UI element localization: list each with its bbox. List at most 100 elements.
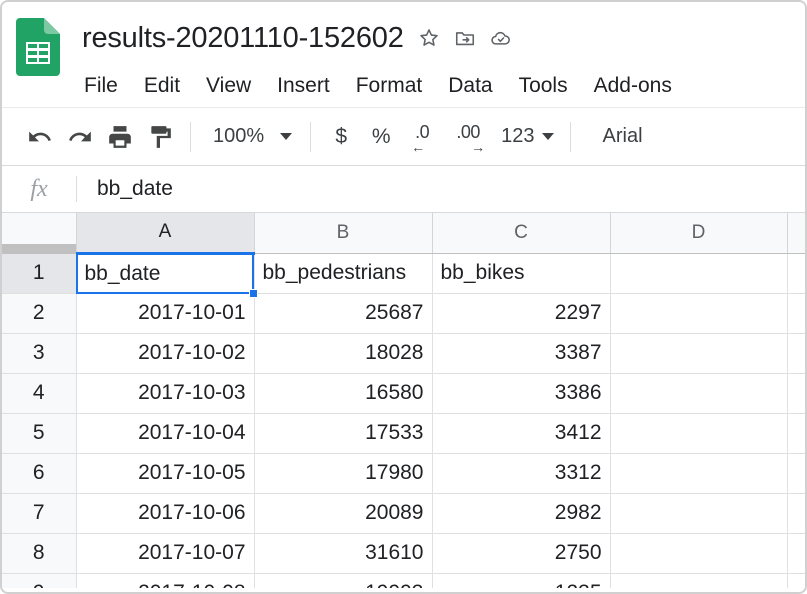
cell-d3[interactable] — [610, 333, 788, 374]
title-row: results-20201110-152602 — [82, 12, 791, 64]
cell-e2[interactable] — [787, 293, 805, 334]
column-header-c[interactable]: C — [432, 213, 611, 254]
cell-a6[interactable]: 2017-10-05 — [76, 453, 255, 494]
menu-item-data[interactable]: Data — [448, 75, 492, 96]
cell-d7[interactable] — [610, 493, 788, 534]
cell-c6[interactable]: 3312 — [432, 453, 611, 494]
cell-a8[interactable]: 2017-10-07 — [76, 533, 255, 574]
grid-body: 1 bb_date bb_pedestrians bb_bikes 2 2017… — [2, 253, 805, 588]
cell-b4[interactable]: 16580 — [254, 373, 433, 414]
font-family-selector[interactable]: Arial — [581, 125, 657, 148]
number-format-label: 123 — [501, 125, 535, 147]
column-header-e[interactable] — [787, 213, 805, 254]
decrease-decimal-arrow-icon: ← — [411, 138, 426, 155]
cell-d9[interactable] — [610, 573, 788, 588]
cell-b3[interactable]: 18028 — [254, 333, 433, 374]
row-header-4[interactable]: 4 — [2, 373, 77, 414]
cell-c4[interactable]: 3386 — [432, 373, 611, 414]
table-row: 4 2017-10-03 16580 3386 — [2, 373, 805, 414]
cell-c8[interactable]: 2750 — [432, 533, 611, 574]
cell-e6[interactable] — [787, 453, 805, 494]
cell-c1[interactable]: bb_bikes — [432, 253, 611, 294]
row-header-9[interactable]: 9 — [2, 573, 77, 588]
cell-a5[interactable]: 2017-10-04 — [76, 413, 255, 454]
cell-c5[interactable]: 3412 — [432, 413, 611, 454]
column-header-a[interactable]: A — [76, 213, 255, 255]
paint-format-icon[interactable] — [140, 117, 180, 157]
row-header-5[interactable]: 5 — [2, 413, 77, 454]
cell-b9[interactable]: 19993 — [254, 573, 433, 588]
cell-a4[interactable]: 2017-10-03 — [76, 373, 255, 414]
menu-item-add-ons[interactable]: Add-ons — [594, 75, 672, 96]
row-header-6[interactable]: 6 — [2, 453, 77, 494]
formula-bar: fx bb_date — [2, 165, 805, 213]
cell-a1[interactable]: bb_date — [76, 253, 255, 294]
menu-item-view[interactable]: View — [206, 75, 251, 96]
cell-d2[interactable] — [610, 293, 788, 334]
more-number-formats-button[interactable]: 123 — [493, 125, 559, 148]
column-header-b[interactable]: B — [254, 213, 433, 254]
cell-b2[interactable]: 25687 — [254, 293, 433, 334]
menu-item-insert[interactable]: Insert — [277, 75, 330, 96]
currency-format-button[interactable]: $ — [321, 125, 361, 149]
cell-d4[interactable] — [610, 373, 788, 414]
cell-e8[interactable] — [787, 533, 805, 574]
table-row: 8 2017-10-07 31610 2750 — [2, 533, 805, 574]
fill-handle[interactable] — [249, 289, 258, 298]
cell-b7[interactable]: 20089 — [254, 493, 433, 534]
increase-decimal-places-button[interactable]: .00 → — [447, 117, 493, 157]
cell-e4[interactable] — [787, 373, 805, 414]
cell-e9[interactable] — [787, 573, 805, 588]
toolbar-divider-3 — [569, 121, 571, 152]
column-header-row: A B C D — [2, 213, 805, 255]
cell-e5[interactable] — [787, 413, 805, 454]
row-header-3[interactable]: 3 — [2, 333, 77, 374]
row-header-1[interactable]: 1 — [2, 253, 77, 294]
cell-b6[interactable]: 17980 — [254, 453, 433, 494]
cell-d8[interactable] — [610, 533, 788, 574]
menu-item-file[interactable]: File — [84, 75, 118, 96]
cell-c2[interactable]: 2297 — [432, 293, 611, 334]
percent-format-button[interactable]: % — [361, 125, 401, 149]
row-header-8[interactable]: 8 — [2, 533, 77, 574]
cell-c7[interactable]: 2982 — [432, 493, 611, 534]
row-header-2[interactable]: 2 — [2, 293, 77, 334]
print-icon[interactable] — [100, 117, 140, 157]
cell-e7[interactable] — [787, 493, 805, 534]
cell-d1[interactable] — [610, 253, 788, 294]
spreadsheet-grid[interactable]: A B C D 1 bb_date bb_pedestrians bb_bike… — [2, 213, 805, 588]
app-header: results-20201110-152602 File Edit View I… — [2, 2, 805, 107]
menu-item-edit[interactable]: Edit — [144, 75, 180, 96]
cell-b8[interactable]: 31610 — [254, 533, 433, 574]
cell-b5[interactable]: 17533 — [254, 413, 433, 454]
menu-bar: File Edit View Insert Format Data Tools … — [82, 64, 791, 106]
decrease-decimal-places-button[interactable]: .0 ← — [401, 117, 447, 157]
zoom-value: 100% — [213, 125, 265, 147]
grid-table: A B C D 1 bb_date bb_pedestrians bb_bike… — [2, 213, 805, 588]
cell-c9[interactable]: 1235 — [432, 573, 611, 588]
google-sheets-logo-icon — [16, 18, 60, 76]
cell-d5[interactable] — [610, 413, 788, 454]
cell-e3[interactable] — [787, 333, 805, 374]
column-header-d[interactable]: D — [610, 213, 788, 254]
star-icon[interactable] — [418, 27, 440, 49]
menu-item-format[interactable]: Format — [356, 75, 423, 96]
cell-a2[interactable]: 2017-10-01 — [76, 293, 255, 334]
undo-icon[interactable] — [20, 117, 60, 157]
redo-icon[interactable] — [60, 117, 100, 157]
cell-b1[interactable]: bb_pedestrians — [254, 253, 433, 294]
cell-a9[interactable]: 2017-10-08 — [76, 573, 255, 588]
zoom-selector[interactable]: 100% — [201, 125, 300, 148]
cell-a7[interactable]: 2017-10-06 — [76, 493, 255, 534]
row-header-7[interactable]: 7 — [2, 493, 77, 534]
select-all-corner[interactable] — [2, 213, 77, 254]
menu-item-tools[interactable]: Tools — [519, 75, 568, 96]
cell-d6[interactable] — [610, 453, 788, 494]
formula-input[interactable]: bb_date — [77, 177, 805, 201]
cloud-saved-icon[interactable] — [490, 27, 512, 49]
cell-a3[interactable]: 2017-10-02 — [76, 333, 255, 374]
move-to-folder-icon[interactable] — [454, 27, 476, 49]
cell-e1[interactable] — [787, 253, 805, 294]
document-title[interactable]: results-20201110-152602 — [82, 22, 404, 55]
cell-c3[interactable]: 3387 — [432, 333, 611, 374]
